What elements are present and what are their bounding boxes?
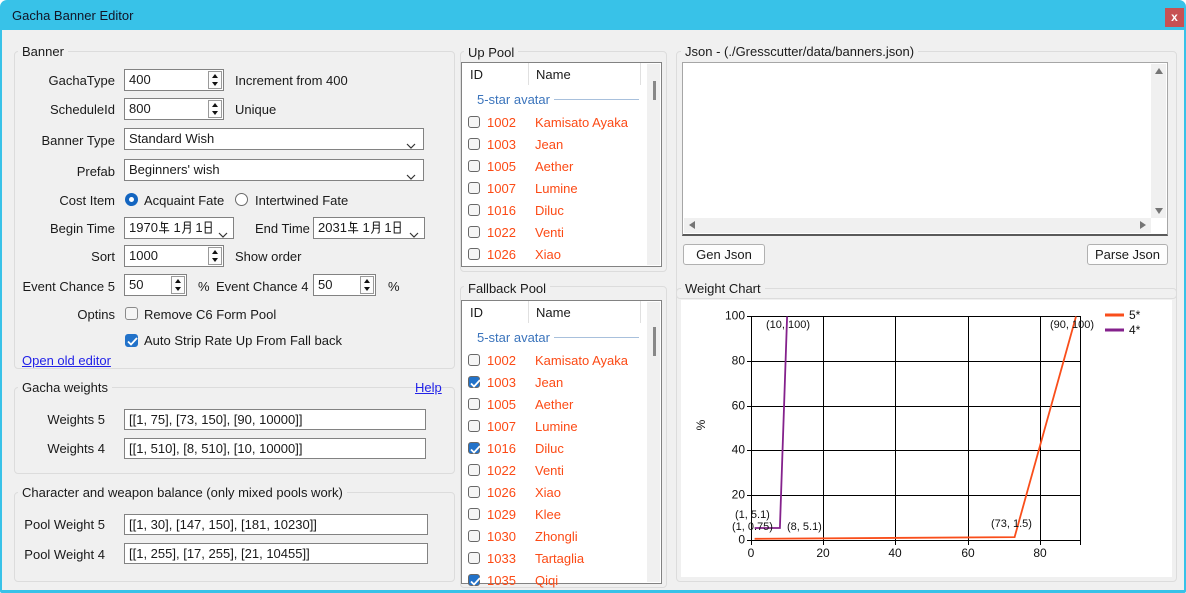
svg-text:0: 0 <box>748 546 755 560</box>
svg-text:20: 20 <box>816 546 830 560</box>
svg-text:80: 80 <box>1033 546 1047 560</box>
svg-text:(8, 5.1): (8, 5.1) <box>787 521 822 533</box>
svg-text:(73, 1.5): (73, 1.5) <box>991 518 1032 530</box>
svg-text:(1, 5.1): (1, 5.1) <box>735 509 770 521</box>
svg-text:(90, 100): (90, 100) <box>1050 319 1094 331</box>
svg-text:40: 40 <box>732 443 746 457</box>
svg-text:0: 0 <box>738 533 745 547</box>
svg-text:(1, 0.75): (1, 0.75) <box>732 521 773 533</box>
svg-text:(10, 100): (10, 100) <box>766 319 810 331</box>
svg-text:20: 20 <box>732 488 746 502</box>
svg-text:80: 80 <box>732 354 746 368</box>
svg-text:40: 40 <box>888 546 902 560</box>
svg-text:60: 60 <box>732 399 746 413</box>
svg-text:60: 60 <box>961 546 975 560</box>
svg-text:%: % <box>694 419 708 430</box>
svg-text:4*: 4* <box>1129 323 1141 337</box>
svg-text:5*: 5* <box>1129 308 1141 322</box>
svg-text:100: 100 <box>725 309 745 323</box>
